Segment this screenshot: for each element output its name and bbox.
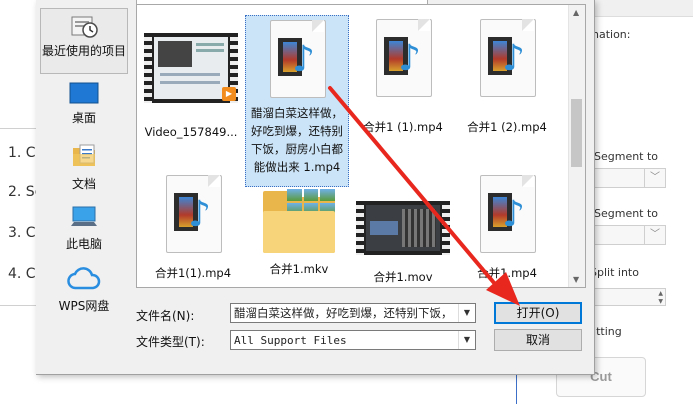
video-thumbnail-icon	[356, 201, 450, 255]
chevron-down-icon[interactable]: ▼	[458, 331, 475, 349]
scroll-up-icon[interactable]: ▲	[573, 8, 579, 17]
places-sidebar: 最近使用的项目 桌面 文档 此电脑 WPS网盘	[40, 4, 128, 313]
cancel-button[interactable]: 取消	[494, 329, 582, 351]
media-file-icon: ♪	[476, 175, 538, 255]
file-item[interactable]: 合并1.mkv	[247, 189, 351, 277]
play-badge-icon: ▶	[222, 87, 236, 101]
scroll-down-icon[interactable]: ▼	[573, 275, 579, 284]
file-item[interactable]: ♪ 合并1(1).mp4	[141, 175, 245, 281]
sidebar-item-label: 文档	[71, 177, 96, 191]
sidebar-item-label: 桌面	[71, 111, 96, 125]
file-name: 合并1 (2).mp4	[467, 120, 547, 134]
recent-items-icon	[71, 16, 98, 38]
chevron-down-icon[interactable]: ▼	[458, 304, 475, 322]
wps-cloud-icon	[67, 267, 101, 290]
video-thumbnail-icon: ▶	[144, 33, 238, 103]
step-4-label: 4. Cl	[8, 266, 40, 282]
file-list[interactable]: ▶ Video_157849... ♪ 醋溜白菜这样做，好吃到爆，还特别下饭，厨…	[136, 4, 586, 288]
settings-panel: nation: Segment to ﹀ Segment to ﹀ Split …	[586, 0, 693, 404]
sidebar-item-this-pc[interactable]: 此电脑	[40, 204, 128, 252]
sidebar-item-label: WPS网盘	[58, 299, 110, 313]
sidebar-item-wps-cloud[interactable]: WPS网盘	[40, 266, 128, 314]
file-name: 合并1.mkv	[269, 262, 329, 276]
split-into-label: Split into	[590, 266, 639, 279]
segment-to-label: Segment to	[594, 150, 659, 163]
scrollbar-thumb[interactable]	[571, 99, 582, 167]
filetype-select[interactable]: All Support Files ▼	[230, 330, 476, 350]
file-name: 醋溜白菜这样做，好吃到爆，还特别下饭，厨房小白都能做出来 1.mp4	[251, 106, 343, 174]
segment-to-label: Segment to	[594, 207, 659, 220]
file-name: 合并1.mov	[373, 270, 433, 284]
filename-label: 文件名(N):	[136, 309, 195, 323]
media-file-icon: ♪	[372, 19, 434, 99]
file-name: 合并1(1).mp4	[154, 266, 232, 280]
filetype-label: 文件类型(T):	[136, 335, 205, 349]
sidebar-item-documents[interactable]: 文档	[40, 142, 128, 192]
segment-select[interactable]: ﹀	[586, 225, 666, 245]
media-file-icon: ♪	[476, 19, 538, 99]
file-name: 合并1.mp4	[477, 266, 537, 280]
split-count-stepper[interactable]: ▲ ▼	[586, 288, 666, 306]
file-item[interactable]: 合并1.mov	[351, 201, 455, 285]
vertical-scrollbar[interactable]: ▲ ▼	[568, 5, 585, 287]
media-file-icon: ♪	[162, 175, 224, 255]
sidebar-item-recent[interactable]: 最近使用的项目	[40, 8, 128, 74]
chevron-down-icon: ﹀	[644, 226, 665, 244]
destination-label: nation:	[592, 28, 631, 41]
step-3-label: 3. Cl	[8, 225, 40, 241]
sidebar-item-desktop[interactable]: 桌面	[40, 82, 128, 126]
file-name: Video_157849...	[144, 125, 238, 139]
file-item[interactable]: ♪ 合并1 (1).mp4	[351, 19, 455, 135]
open-file-dialog: 最近使用的项目 桌面 文档 此电脑 WPS网盘 ▶ Video_157849..…	[36, 0, 595, 375]
documents-icon	[73, 144, 95, 166]
desktop-icon	[69, 82, 99, 104]
filename-value: 醋溜白菜这样做，好吃到爆，还特别下饭，	[234, 306, 453, 320]
file-item[interactable]: ♪ 合并1 (2).mp4	[455, 19, 559, 135]
this-pc-icon	[71, 206, 97, 226]
step-1-label: 1. Cl	[8, 145, 40, 161]
segment-select[interactable]: ﹀	[586, 168, 666, 188]
open-button[interactable]: 打开(O)	[494, 302, 582, 324]
media-file-icon: ♪	[266, 20, 328, 100]
file-name: 合并1 (1).mp4	[363, 120, 443, 134]
file-item[interactable]: ▶ Video_157849...	[139, 33, 243, 139]
divider	[0, 305, 36, 306]
filetype-value: All Support Files	[234, 334, 347, 347]
sidebar-item-label: 此电脑	[65, 237, 102, 251]
sidebar-item-label: 最近使用的项目	[41, 44, 126, 58]
file-item-selected[interactable]: ♪ 醋溜白菜这样做，好吃到爆，还特别下饭，厨房小白都能做出来 1.mp4	[245, 15, 349, 187]
increment-icon[interactable]: ▲	[658, 290, 663, 297]
folder-image-icon	[263, 189, 335, 253]
chevron-down-icon: ﹀	[644, 169, 665, 187]
filename-field[interactable]: 醋溜白菜这样做，好吃到爆，还特别下饭， ▼	[230, 303, 476, 323]
file-item[interactable]: ♪ 合并1.mp4	[455, 175, 559, 281]
decrement-icon[interactable]: ▼	[658, 298, 663, 305]
divider	[0, 128, 36, 129]
